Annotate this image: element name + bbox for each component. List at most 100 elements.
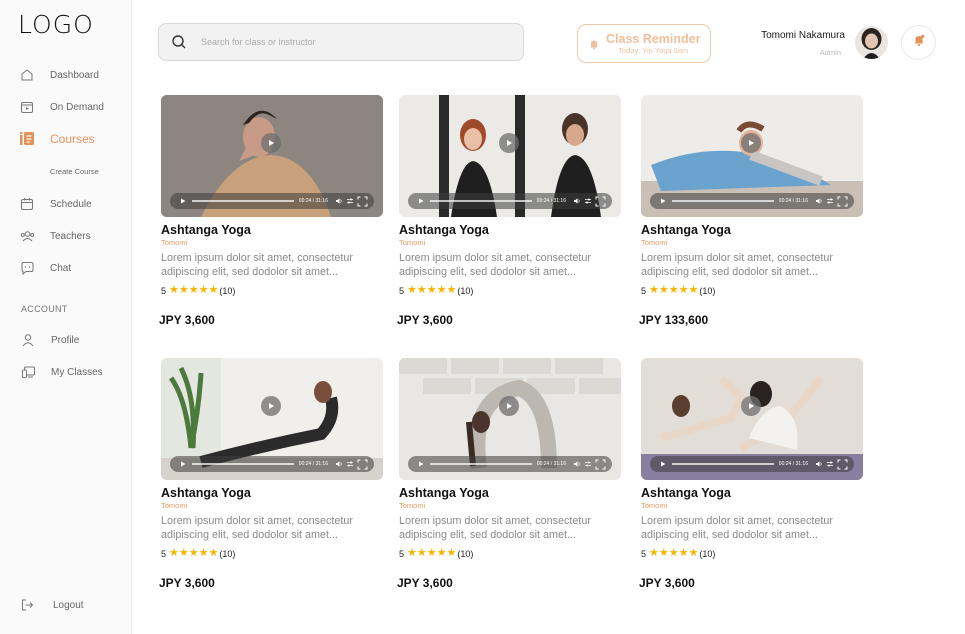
play-icon[interactable] (261, 396, 281, 416)
star-icon: ★ (188, 284, 199, 296)
video-thumbnail[interactable]: 00:24 / 31:16 (161, 358, 383, 480)
play-icon[interactable] (499, 133, 519, 153)
rating: 5 ★ ★ ★ ★ ★ (10) (399, 285, 621, 296)
play-small-icon[interactable] (416, 460, 425, 469)
play-small-icon[interactable] (658, 197, 667, 206)
fullscreen-icon[interactable] (356, 195, 368, 207)
course-description: Lorem ipsum dolor sit amet, consectetur … (399, 252, 592, 278)
star-icon: ★ (208, 547, 219, 559)
sidebar-item-chat[interactable]: Chat (18, 258, 71, 278)
video-thumbnail[interactable]: 00:24 / 31:16 (161, 95, 383, 217)
settings-icon[interactable] (825, 460, 834, 469)
video-thumbnail[interactable]: 00:24 / 31:16 (641, 95, 863, 217)
progress-track[interactable] (192, 463, 294, 465)
instructor-name[interactable]: Tomomi (399, 238, 621, 247)
volume-icon[interactable] (334, 460, 343, 469)
play-small-icon[interactable] (416, 197, 425, 206)
video-controls: 00:24 / 31:16 (408, 193, 612, 209)
rating-value: 5 (161, 548, 167, 559)
sidebar-item-schedule[interactable]: Schedule (18, 194, 92, 214)
course-title[interactable]: Ashtanga Yoga (641, 486, 863, 500)
star-icon: ★ (658, 547, 669, 559)
star-icon: ★ (668, 547, 679, 559)
fullscreen-icon[interactable] (594, 458, 606, 470)
review-count: (10) (219, 548, 236, 559)
logout-button[interactable]: Logout (19, 597, 84, 613)
settings-icon[interactable] (345, 460, 354, 469)
play-icon[interactable] (261, 133, 281, 153)
fullscreen-icon[interactable] (356, 458, 368, 470)
course-card[interactable]: 00:24 / 31:16 Ashtanga Yoga Tomomi Lorem ip… (639, 358, 863, 590)
review-count: (10) (699, 285, 716, 296)
course-description: Lorem ipsum dolor sit amet, consectetur … (161, 515, 354, 541)
course-card[interactable]: 00:24 / 31:16 Ashtanga Yoga Tomomi Lorem ip… (159, 358, 383, 590)
sidebar-item-create-course[interactable]: Create Course (50, 167, 99, 176)
video-thumbnail[interactable]: 00:24 / 31:16 (641, 358, 863, 480)
instructor-name[interactable]: Tomomi (399, 501, 621, 510)
reminder-title: Class Reminder (606, 32, 701, 46)
avatar[interactable] (855, 26, 888, 59)
course-title[interactable]: Ashtanga Yoga (399, 486, 621, 500)
course-price: JPY 3,600 (397, 576, 453, 590)
search-input[interactable] (201, 37, 501, 47)
settings-icon[interactable] (825, 197, 834, 206)
course-price: JPY 3,600 (639, 576, 695, 590)
play-icon[interactable] (741, 396, 761, 416)
volume-icon[interactable] (334, 197, 343, 206)
play-icon[interactable] (741, 133, 761, 153)
class-reminder-button[interactable]: Class Reminder Today: Yin Yoga 9am (577, 24, 711, 63)
star-icon: ★ (407, 547, 417, 559)
fullscreen-icon[interactable] (836, 195, 848, 207)
sidebar-item-dashboard[interactable]: Dashboard (18, 65, 99, 85)
progress-track[interactable] (430, 463, 532, 465)
sidebar-item-courses[interactable]: Courses (18, 129, 95, 149)
settings-icon[interactable] (583, 197, 592, 206)
course-card[interactable]: 00:24 / 31:16 Ashtanga Yoga Tomomi Lorem ip… (639, 95, 863, 327)
star-icon: ★ (649, 284, 659, 296)
video-thumbnail[interactable]: 00:24 / 31:16 (399, 358, 621, 480)
sidebar-item-profile[interactable]: Profile (19, 330, 79, 350)
volume-icon[interactable] (572, 460, 581, 469)
course-title[interactable]: Ashtanga Yoga (161, 223, 383, 237)
sidebar-item-teachers[interactable]: Teachers (18, 226, 91, 246)
course-title[interactable]: Ashtanga Yoga (161, 486, 383, 500)
video-time: 00:24 / 31:16 (298, 461, 328, 467)
fullscreen-icon[interactable] (594, 195, 606, 207)
course-price: JPY 3,600 (159, 576, 215, 590)
course-card[interactable]: 00:24 / 31:16 Ashtanga Yoga Tomomi Lorem ip… (397, 95, 621, 327)
video-thumbnail[interactable]: 00:24 / 31:16 (399, 95, 621, 217)
play-small-icon[interactable] (178, 197, 187, 206)
account-section-label: ACCOUNT (21, 304, 68, 314)
star-icon: ★ (178, 547, 189, 559)
instructor-name[interactable]: Tomomi (161, 501, 383, 510)
settings-icon[interactable] (345, 197, 354, 206)
instructor-name[interactable]: Tomomi (161, 238, 383, 247)
progress-track[interactable] (430, 200, 532, 202)
fullscreen-icon[interactable] (836, 458, 848, 470)
volume-icon[interactable] (814, 197, 823, 206)
review-count: (10) (457, 285, 474, 296)
progress-track[interactable] (672, 200, 774, 202)
progress-track[interactable] (672, 463, 774, 465)
progress-track[interactable] (192, 200, 294, 202)
course-card[interactable]: 00:24 / 31:16 Ashtanga Yoga Tomomi Lorem ip… (159, 95, 383, 327)
course-title[interactable]: Ashtanga Yoga (399, 223, 621, 237)
settings-icon[interactable] (583, 460, 592, 469)
course-title[interactable]: Ashtanga Yoga (641, 223, 863, 237)
classes-icon (19, 363, 37, 381)
logout-label: Logout (53, 599, 84, 611)
instructor-name[interactable]: Tomomi (641, 238, 863, 247)
search-bar[interactable] (158, 23, 524, 61)
play-icon[interactable] (499, 396, 519, 416)
sidebar-item-on-demand[interactable]: On Demand (18, 97, 104, 117)
logo[interactable]: LOGO (18, 10, 94, 39)
volume-icon[interactable] (572, 197, 581, 206)
play-small-icon[interactable] (658, 460, 667, 469)
sidebar-item-my-classes[interactable]: My Classes (19, 362, 103, 382)
volume-icon[interactable] (814, 460, 823, 469)
notifications-button[interactable] (901, 25, 936, 60)
course-card[interactable]: 00:24 / 31:16 Ashtanga Yoga Tomomi Lorem ip… (397, 358, 621, 590)
instructor-name[interactable]: Tomomi (641, 501, 863, 510)
logout-icon (19, 597, 35, 613)
play-small-icon[interactable] (178, 460, 187, 469)
